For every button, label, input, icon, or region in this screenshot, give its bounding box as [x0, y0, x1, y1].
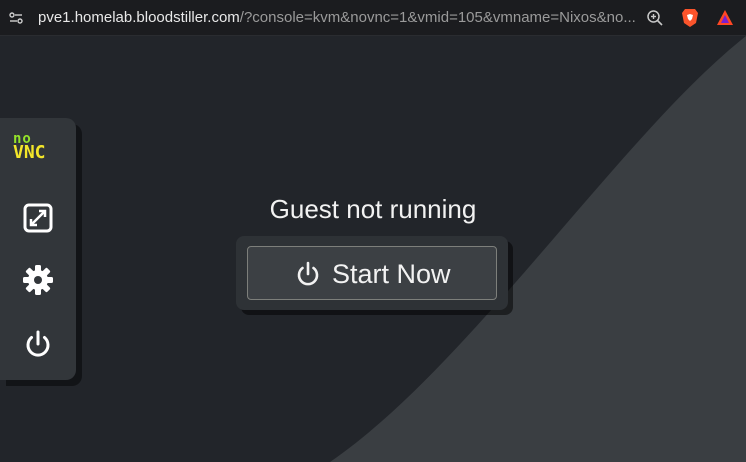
app-window: pve1.homelab.bloodstiller.com/?console=k…: [0, 0, 746, 462]
start-now-button[interactable]: Start Now: [247, 246, 497, 300]
novnc-control-bar: no VNC: [0, 118, 76, 380]
settings-gear-icon[interactable]: [20, 262, 56, 298]
guest-status-text: Guest not running: [269, 194, 477, 224]
browser-url-bar[interactable]: pve1.homelab.bloodstiller.com/?console=k…: [0, 0, 746, 36]
power-icon: [297, 261, 319, 286]
url-path: /?console=kvm&novnc=1&vmid=105&vmname=Ni…: [239, 9, 636, 26]
vnc-viewport[interactable]: no VNC Guest not running Start Now: [0, 36, 746, 462]
power-icon[interactable]: [20, 326, 56, 362]
brave-rewards-icon[interactable]: [716, 9, 734, 27]
site-info-icon[interactable]: [8, 10, 24, 26]
start-panel: Start Now: [236, 236, 508, 310]
brave-shields-icon[interactable]: [681, 8, 699, 28]
url-host: pve1.homelab.bloodstiller.com: [38, 9, 240, 26]
zoom-icon[interactable]: [646, 9, 664, 27]
novnc-logo: no VNC: [13, 132, 65, 166]
start-now-label: Start Now: [332, 259, 451, 289]
url-text[interactable]: pve1.homelab.bloodstiller.com/?console=k…: [38, 9, 638, 27]
logo-vnc-text: VNC: [13, 142, 46, 163]
